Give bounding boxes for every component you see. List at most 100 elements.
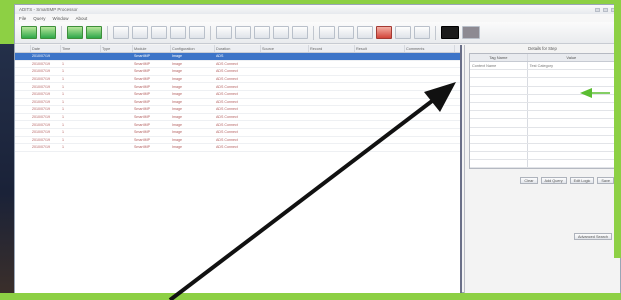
table-cell: SmartIMP [134,130,150,135]
column-header[interactable]: Duration [215,45,261,52]
grid-icon[interactable] [132,26,148,39]
forward-arrow-icon[interactable] [40,26,56,39]
value-cell[interactable] [528,119,615,126]
value-cell[interactable]: Test Category [528,62,615,69]
details-row[interactable] [470,86,615,95]
toolbar [15,22,620,44]
grid-icon[interactable] [151,26,167,39]
chart-icon[interactable] [216,26,232,39]
minimize-button[interactable] [595,7,600,12]
details-row[interactable] [470,160,615,169]
image-icon[interactable] [254,26,270,39]
toolbar-separator [107,25,108,40]
table-row[interactable]: 2010/07/19 SmartIMP Image ADS [15,53,460,61]
details-row[interactable]: Context Name Test Category [470,62,615,71]
menu-query[interactable]: Query [33,16,45,21]
document-icon[interactable] [338,26,354,39]
table-row[interactable]: 2010/07/19 1 SmartIMP Image ADS Connect [15,99,460,107]
advanced-search-button[interactable]: Advanced Search [574,233,612,240]
details-row[interactable] [470,127,615,136]
details-row[interactable] [470,78,615,87]
table-row[interactable]: 2010/07/19 1 SmartIMP Image ADS Connect [15,106,460,114]
details-row[interactable] [470,143,615,153]
details-row[interactable] [470,135,615,144]
value-cell[interactable] [528,70,615,77]
table-cell: 2010/07/19 [32,61,50,66]
table-icon[interactable] [170,26,186,39]
details-row[interactable] [470,94,615,103]
play-icon[interactable] [86,26,102,39]
terminal-icon[interactable] [462,26,480,39]
details-row[interactable] [470,152,615,161]
tag-name-cell: Context Name [470,62,528,70]
clear-button[interactable]: Clear [520,177,538,185]
settings-icon[interactable] [414,26,430,39]
table-cell: SmartIMP [134,61,150,66]
value-cell[interactable] [528,136,615,143]
table-row[interactable]: 2010/07/19 1 SmartIMP Image ADS Connect [15,61,460,69]
value-cell[interactable] [528,78,615,85]
menu-bar: File Query Window About [15,14,620,22]
value-cell[interactable] [528,95,615,102]
camera-icon[interactable] [273,26,289,39]
app-window: ADITS - SmartIMP Processor File Query Wi… [14,4,621,293]
table-row[interactable]: 2010/07/19 1 SmartIMP Image ADS Connect [15,68,460,76]
table-row[interactable]: 2010/07/19 1 SmartIMP Image ADS Connect [15,144,460,152]
details-row[interactable] [470,119,615,128]
stop-icon[interactable] [376,26,392,39]
table-row[interactable]: 2010/07/19 1 SmartIMP Image ADS Connect [15,137,460,145]
column-header[interactable]: Module [133,45,171,52]
table-icon[interactable] [189,26,205,39]
column-header[interactable]: Record [309,45,355,52]
details-row[interactable] [470,70,615,79]
monitor-icon[interactable] [441,26,459,39]
table-row[interactable]: 2010/07/19 1 SmartIMP Image ADS Connect [15,114,460,122]
value-cell[interactable] [528,160,615,167]
table-row[interactable]: 2010/07/19 1 SmartIMP Image ADS Connect [15,83,460,91]
value-cell[interactable] [528,87,615,94]
column-header[interactable]: Type [101,45,133,52]
folder-icon[interactable] [292,26,308,39]
value-cell[interactable] [528,111,615,118]
column-header[interactable]: Date [31,45,61,52]
table-row[interactable]: 2010/07/19 1 SmartIMP Image ADS Connect [15,76,460,84]
table-cell: ADS Connect [216,61,238,66]
column-header[interactable]: Comments [405,45,455,52]
steps-list[interactable]: Date Time Type Module Configuration Dura… [15,45,462,293]
value-cell[interactable] [528,144,615,151]
value-cell[interactable] [528,128,615,135]
column-header[interactable] [15,45,31,52]
value-cell[interactable] [528,152,615,159]
menu-about[interactable]: About [76,16,88,21]
details-row[interactable] [470,102,615,112]
menu-file[interactable]: File [19,16,26,21]
tag-name-cell [470,160,528,168]
menu-window[interactable]: Window [53,16,69,21]
document-icon[interactable] [319,26,335,39]
table-row[interactable]: 2010/07/19 1 SmartIMP Image ADS Connect [15,121,460,129]
details-row[interactable] [470,111,615,120]
tag-name-cell [470,102,528,111]
save-button[interactable]: Save [597,177,614,185]
column-header[interactable]: Result [355,45,405,52]
table-row[interactable]: 2010/07/19 1 SmartIMP Image ADS Connect [15,129,460,137]
value-cell[interactable] [528,103,615,110]
column-header[interactable]: Configuration [171,45,215,52]
table-cell: 1 [62,107,64,112]
column-header[interactable]: Source [261,45,309,52]
document-icon[interactable] [357,26,373,39]
image-icon[interactable] [235,26,251,39]
maximize-button[interactable] [603,7,608,12]
edit-logic-button[interactable]: Edit Logic [569,177,595,185]
tag-name-cell [470,86,528,94]
back-arrow-icon[interactable] [21,26,37,39]
table-row[interactable]: 2010/07/19 1 SmartIMP Image ADS Connect [15,91,460,99]
add-query-button[interactable]: Add Query [540,177,567,185]
column-header[interactable]: Time [61,45,101,52]
tag-name-cell [470,94,528,102]
table-cell: Image [172,145,182,150]
table-cell: 2010/07/19 [32,99,50,104]
filter-icon[interactable] [395,26,411,39]
refresh-icon[interactable] [67,26,83,39]
grid-icon[interactable] [113,26,129,39]
